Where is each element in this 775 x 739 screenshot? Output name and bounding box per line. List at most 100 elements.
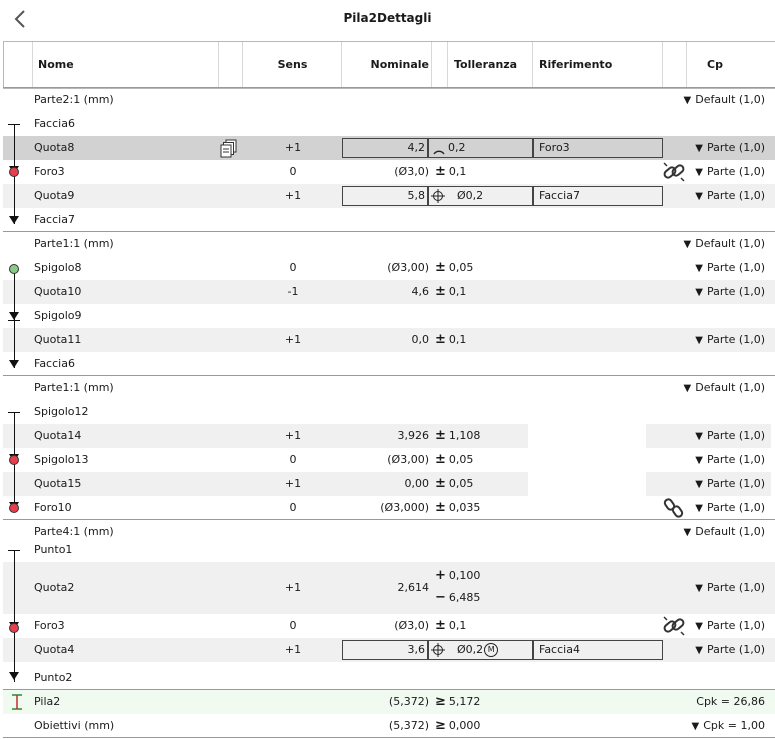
table-row-selected[interactable]: Quota8 +1 4,2 0,2 Foro3 ▼ Parte (1,0): [3, 136, 775, 160]
triangle-down-icon: ▼: [695, 143, 703, 154]
cp-dropdown[interactable]: ▼ Parte (1,0): [695, 614, 765, 638]
reference-input[interactable]: Faccia4: [533, 640, 663, 660]
table-row[interactable]: Foro3 0 (Ø3,0) ±0,1 ▼ Parte (1,0): [3, 614, 775, 638]
header-nome[interactable]: Nome: [32, 42, 223, 88]
table-row[interactable]: Quota15 +1 0,00 ±0,05 ▼ Parte (1,0): [3, 472, 775, 496]
dimension-chain-strip: [0, 538, 28, 688]
targets-row[interactable]: Obiettivi (mm) (5,372) ≥0,000 ▼ Cpk = 1,0…: [3, 714, 775, 738]
group-header-row[interactable]: Parte1:1 (mm) ▼ Default (1,0): [3, 376, 775, 400]
cpk-value: Cpk = 26,86: [696, 695, 765, 708]
triangle-down-icon: ▼: [695, 479, 703, 490]
triangle-down-icon: ▼: [695, 431, 703, 442]
title-bar: Pila2Dettagli: [0, 0, 775, 40]
reference-input[interactable]: Foro3: [533, 138, 663, 158]
row-tolerance: ±0,05: [435, 452, 474, 467]
table-row[interactable]: Faccia7: [3, 208, 775, 232]
group-label: Parte2:1 (mm): [34, 93, 114, 106]
header-riferimento[interactable]: Riferimento: [532, 42, 669, 88]
group-label: Parte1:1 (mm): [34, 381, 114, 394]
header-sens[interactable]: Sens: [242, 42, 342, 88]
table-row[interactable]: Quota10 -1 4,6 ±0,1 ▼ Parte (1,0): [3, 280, 775, 304]
row-nominal: (Ø3,0): [394, 165, 429, 178]
cp-dropdown[interactable]: ▼ Parte (1,0): [695, 136, 765, 160]
triangle-down-icon: ▼: [683, 527, 692, 538]
cp-dropdown[interactable]: ▼ Parte (1,0): [695, 256, 765, 280]
row-name: Faccia6: [34, 117, 75, 130]
row-nominal: (5,372): [388, 695, 429, 708]
header-nominale[interactable]: Nominale: [341, 42, 431, 88]
cp-dropdown[interactable]: ▼ Parte (1,0): [695, 638, 765, 662]
triangle-down-icon: ▼: [695, 335, 703, 346]
reference-input[interactable]: Faccia7: [533, 186, 663, 206]
row-tolerance: ±1,108: [435, 428, 481, 443]
nominal-input[interactable]: 5,8: [342, 186, 428, 206]
cp-dropdown[interactable]: ▼ Cpk = 1,00: [692, 714, 765, 738]
table-row[interactable]: Punto1: [3, 538, 775, 562]
nominal-input[interactable]: 3,6: [342, 640, 428, 660]
row-nominal: (Ø3,00): [387, 261, 429, 274]
table-row[interactable]: Quota9 +1 5,8 Ø0,2 Faccia7 ▼ Parte (1,0): [3, 184, 775, 208]
table-row[interactable]: Spigolo9: [3, 304, 775, 328]
row-name: Quota2: [34, 581, 75, 594]
table-row[interactable]: Foro10 0 (Ø3,000) ±0,035 ▼ Parte (1,0): [3, 496, 775, 520]
row-tolerance-plus: +0,100: [435, 568, 481, 583]
triangle-down-icon: ▼: [695, 191, 703, 202]
tolerance-input[interactable]: 0,2: [428, 138, 533, 158]
copy-pages-icon[interactable]: [219, 138, 239, 158]
tolerance-input[interactable]: Ø0,2 M: [428, 640, 533, 660]
table-row[interactable]: Punto2: [3, 666, 775, 690]
position-symbol-icon: [431, 643, 445, 657]
cp-dropdown[interactable]: ▼ Parte (1,0): [695, 448, 765, 472]
row-name: Faccia6: [34, 357, 75, 370]
stack-result-row[interactable]: Pila2 (5,372) ≥5,172 Cpk = 26,86: [3, 690, 775, 714]
row-tolerance: ±0,1: [435, 164, 467, 179]
column-header-row: Nome Sens Nominale Tolleranza Riferiment…: [3, 41, 775, 89]
row-sens: 0: [289, 619, 297, 632]
cp-dropdown[interactable]: ▼ Default (1,0): [684, 88, 765, 112]
triangle-down-icon: ▼: [695, 263, 703, 274]
header-strip: [4, 42, 32, 88]
row-sens: +1: [284, 643, 302, 656]
row-sens: +1: [284, 477, 302, 490]
header-cp[interactable]: Cp: [686, 42, 775, 88]
cp-dropdown[interactable]: ▼ Parte (1,0): [695, 562, 765, 614]
row-name: Obiettivi (mm): [34, 719, 115, 732]
cp-dropdown[interactable]: ▼ Parte (1,0): [695, 496, 765, 520]
group-label: Parte1:1 (mm): [34, 237, 114, 250]
row-name: Pila2: [34, 695, 61, 708]
header-tolleranza[interactable]: Tolleranza: [447, 42, 539, 88]
row-name: Punto1: [34, 543, 73, 556]
group-header-row[interactable]: Parte1:1 (mm) ▼ Default (1,0): [3, 232, 775, 256]
cp-dropdown[interactable]: ▼ Parte (1,0): [695, 280, 765, 304]
table-row[interactable]: Quota4 +1 3,6 Ø0,2 M Faccia4 ▼ Parte (1,0): [3, 638, 775, 662]
cp-dropdown[interactable]: ▼ Parte (1,0): [695, 184, 765, 208]
cp-dropdown[interactable]: ▼ Default (1,0): [684, 376, 765, 400]
cp-dropdown[interactable]: ▼ Parte (1,0): [695, 424, 765, 448]
chain-link-icon[interactable]: [661, 160, 687, 184]
table-row[interactable]: Quota11 +1 0,0 ±0,1 ▼ Parte (1,0): [3, 328, 775, 352]
cp-dropdown[interactable]: ▼ Parte (1,0): [695, 328, 765, 352]
table-row[interactable]: Spigolo13 0 (Ø3,00) ±0,05 ▼ Parte (1,0): [3, 448, 775, 472]
cp-dropdown[interactable]: ▼ Parte (1,0): [695, 160, 765, 184]
table-row[interactable]: Quota2 +1 2,614 +0,100 −6,485 ▼ Parte (1,…: [3, 562, 775, 614]
tolerance-input[interactable]: Ø0,2: [428, 186, 533, 206]
row-tolerance: ±0,1: [435, 618, 467, 633]
nominal-input[interactable]: 4,2: [342, 138, 428, 158]
table-row[interactable]: Faccia6: [3, 112, 775, 136]
position-symbol-icon: [431, 189, 445, 203]
header-icon-col: [218, 42, 243, 88]
table-row[interactable]: Foro3 0 (Ø3,0) ±0,1 ▼ Parte (1,0): [3, 160, 775, 184]
triangle-down-icon: ▼: [695, 503, 703, 514]
cp-dropdown[interactable]: ▼ Parte (1,0): [695, 472, 765, 496]
row-tolerance: ±0,05: [435, 476, 474, 491]
broken-link-icon[interactable]: [663, 496, 685, 520]
table-row[interactable]: Quota14 +1 3,926 ±1,108 ▼ Parte (1,0): [3, 424, 775, 448]
cp-dropdown[interactable]: ▼ Default (1,0): [684, 232, 765, 256]
group-header-row[interactable]: Parte2:1 (mm) ▼ Default (1,0): [3, 88, 775, 112]
table-row[interactable]: Spigolo12: [3, 400, 775, 424]
table-row[interactable]: Spigolo8 0 (Ø3,00) ±0,05 ▼ Parte (1,0): [3, 256, 775, 280]
table-row[interactable]: Faccia6: [3, 352, 775, 376]
chain-link-icon[interactable]: [661, 614, 687, 638]
dimension-arrow-icon: [12, 694, 22, 710]
triangle-down-icon: ▼: [695, 621, 703, 632]
